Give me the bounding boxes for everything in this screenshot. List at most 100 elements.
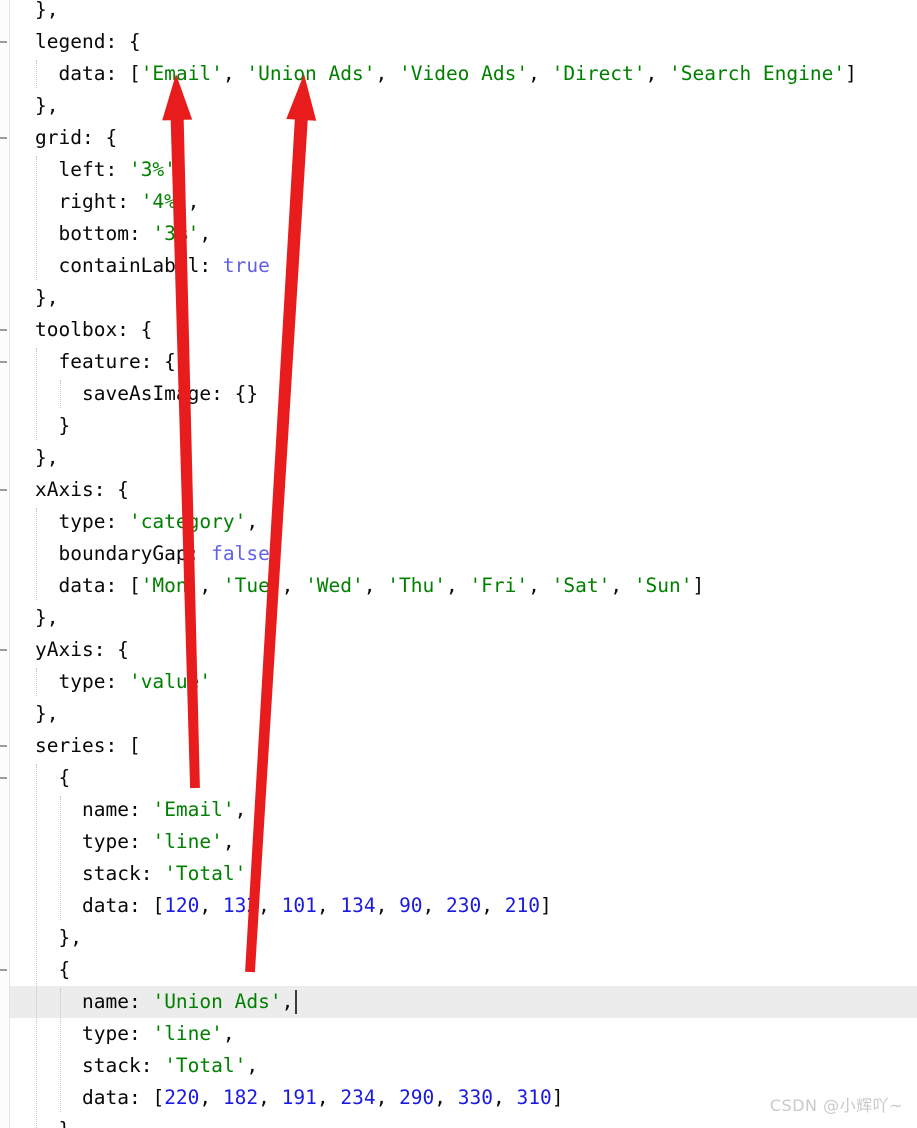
code-line[interactable]: toolbox: { xyxy=(10,314,917,346)
code-token-pun: grid: { xyxy=(35,126,118,149)
code-line[interactable]: stack: 'Total', xyxy=(10,1050,917,1082)
code-token-pun: , xyxy=(645,62,670,85)
code-token-pun: , xyxy=(199,1086,223,1109)
code-line-text: }, xyxy=(35,90,58,122)
code-line[interactable]: data: ['Mon', 'Tue', 'Wed', 'Thu', 'Fri'… xyxy=(10,570,917,602)
code-token-pun: ] xyxy=(539,894,552,917)
code-line[interactable]: } xyxy=(10,410,917,442)
code-token-pun: left: xyxy=(58,158,129,181)
code-line[interactable]: name: 'Email', xyxy=(10,794,917,826)
code-line-text: } xyxy=(59,410,71,442)
code-line[interactable]: legend: { xyxy=(10,26,917,58)
code-line[interactable]: }, xyxy=(10,1114,917,1128)
code-line[interactable]: left: '3%', xyxy=(10,154,917,186)
code-token-pun: type: xyxy=(82,1022,153,1045)
code-line[interactable]: right: '4%', xyxy=(10,186,917,218)
code-editor-screenshot: }, legend: {data: ['Email', 'Union Ads', … xyxy=(0,0,917,1128)
code-token-pun: , xyxy=(422,894,447,917)
code-token-pun: name: xyxy=(82,798,153,821)
code-line[interactable]: yAxis: { xyxy=(10,634,917,666)
code-line[interactable]: name: 'Union Ads', xyxy=(10,986,917,1018)
code-line[interactable]: stack: 'Total', xyxy=(10,858,917,890)
code-token-str: 'Mon' xyxy=(140,574,200,597)
code-line-text: data: [220, 182, 191, 234, 290, 330, 310… xyxy=(82,1082,563,1114)
code-line-text: feature: { xyxy=(59,346,176,378)
code-token-pun: data: [ xyxy=(58,574,141,597)
code-line[interactable]: type: 'line', xyxy=(10,1018,917,1050)
code-line[interactable]: xAxis: { xyxy=(10,474,917,506)
code-line[interactable]: { xyxy=(10,762,917,794)
code-fold-marker[interactable] xyxy=(0,137,7,139)
code-token-pun: , xyxy=(363,574,388,597)
code-token-pun: , xyxy=(258,1086,282,1109)
code-line-text: }, xyxy=(35,282,58,314)
code-fold-marker[interactable] xyxy=(0,969,7,971)
code-line-text: series: [ xyxy=(35,730,141,762)
code-token-str: 'Total' xyxy=(164,1054,247,1077)
code-token-str: 'line' xyxy=(152,1022,223,1045)
code-fold-marker[interactable] xyxy=(0,649,7,651)
code-token-pun: , xyxy=(234,798,247,821)
code-token-str: 'value' xyxy=(128,670,212,693)
code-line[interactable]: bottom: '3%', xyxy=(10,218,917,250)
code-line[interactable]: }, xyxy=(10,922,917,954)
code-token-pun: type: xyxy=(58,670,129,693)
code-fold-marker[interactable] xyxy=(0,777,7,779)
code-token-str: '3%' xyxy=(128,158,176,181)
code-line[interactable]: grid: { xyxy=(10,122,917,154)
csdn-watermark: CSDN @小辉吖~ xyxy=(769,1096,903,1115)
code-token-pun: }, xyxy=(58,926,82,949)
code-line-text: data: ['Mon', 'Tue', 'Wed', 'Thu', 'Fri'… xyxy=(59,570,705,602)
code-line-text: yAxis: { xyxy=(35,634,129,666)
code-line[interactable]: }, xyxy=(10,698,917,730)
code-fold-marker[interactable] xyxy=(0,489,7,491)
code-line[interactable]: data: ['Email', 'Union Ads', 'Video Ads'… xyxy=(10,58,917,90)
code-token-str: 'Sun' xyxy=(633,574,693,597)
code-token-str: 'Union Ads' xyxy=(246,62,376,85)
code-token-pun: , xyxy=(610,574,634,597)
code-fold-marker[interactable] xyxy=(0,41,7,43)
indent-guide xyxy=(36,156,38,280)
code-token-str: 'Search Engine' xyxy=(669,62,846,85)
code-token-pun: }, xyxy=(35,94,59,117)
code-token-str: 'Email' xyxy=(152,798,235,821)
code-fold-marker[interactable] xyxy=(0,329,7,331)
code-line-text: type: 'category', xyxy=(59,506,259,538)
code-line[interactable]: type: 'category', xyxy=(10,506,917,538)
code-line[interactable]: containLabel: true xyxy=(10,250,917,282)
code-token-pun: , xyxy=(434,1086,458,1109)
code-line-text: saveAsImage: {} xyxy=(82,378,258,410)
code-line[interactable]: { xyxy=(10,954,917,986)
code-line[interactable]: }, xyxy=(10,90,917,122)
code-token-pun: }, xyxy=(35,702,59,725)
code-line[interactable]: }, xyxy=(10,442,917,474)
code-token-pun: , xyxy=(222,830,235,853)
code-line-text: stack: 'Total', xyxy=(82,1050,258,1082)
code-token-str: '3%' xyxy=(152,222,200,245)
code-text-area[interactable]: }, legend: {data: ['Email', 'Union Ads', … xyxy=(10,0,917,1128)
code-line[interactable]: type: 'line', xyxy=(10,826,917,858)
code-fold-marker[interactable] xyxy=(0,745,7,747)
code-line-text: type: 'value' xyxy=(59,666,212,698)
code-token-pun: data: [ xyxy=(82,1086,165,1109)
code-line[interactable]: type: 'value' xyxy=(10,666,917,698)
code-line[interactable]: boundaryGap: false, xyxy=(10,538,917,570)
code-line[interactable]: feature: { xyxy=(10,346,917,378)
code-token-pun: , xyxy=(222,62,247,85)
code-line[interactable]: }, xyxy=(10,602,917,634)
code-line[interactable]: }, xyxy=(10,0,917,26)
code-line-text: }, xyxy=(59,1114,82,1128)
code-line[interactable]: series: [ xyxy=(10,730,917,762)
code-token-str: 'Video Ads' xyxy=(398,62,529,85)
code-token-pun: , xyxy=(281,574,306,597)
code-line-text: type: 'line', xyxy=(82,826,235,858)
code-token-pun: , xyxy=(316,1086,341,1109)
code-fold-marker[interactable] xyxy=(0,361,7,363)
code-line-text: boundaryGap: false, xyxy=(59,538,282,570)
code-line[interactable]: data: [120, 132, 101, 134, 90, 230, 210] xyxy=(10,890,917,922)
code-token-pun: , xyxy=(199,894,223,917)
indent-guide xyxy=(36,668,38,696)
code-token-pun: , xyxy=(375,1086,400,1109)
code-line[interactable]: }, xyxy=(10,282,917,314)
code-line[interactable]: saveAsImage: {} xyxy=(10,378,917,410)
